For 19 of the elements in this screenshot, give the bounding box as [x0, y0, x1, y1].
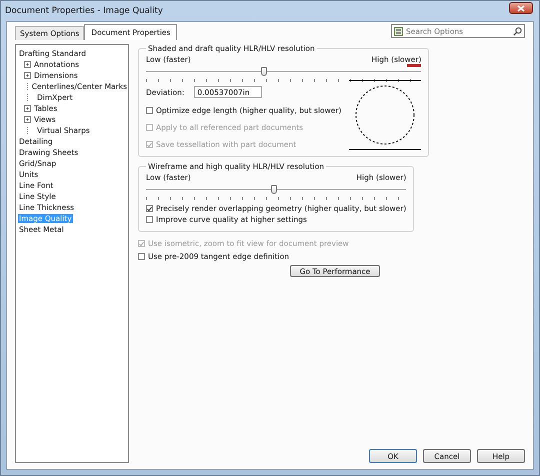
- limit-marker: [407, 64, 422, 67]
- tree-line: [27, 83, 29, 90]
- close-button[interactable]: [509, 2, 533, 14]
- window-title: Document Properties - Image Quality: [5, 6, 163, 16]
- checkbox[interactable]: [138, 253, 145, 260]
- search-icon[interactable]: [513, 26, 522, 36]
- expand-icon[interactable]: [24, 61, 31, 68]
- options-icon: [394, 26, 403, 36]
- checkbox[interactable]: [146, 216, 153, 223]
- expand-icon[interactable]: [24, 105, 31, 112]
- slider[interactable]: [146, 185, 406, 195]
- close-icon: [517, 4, 525, 12]
- checkbox[interactable]: [146, 107, 153, 114]
- expand-icon[interactable]: [24, 116, 31, 123]
- slider-thumb[interactable]: [270, 185, 277, 194]
- slider[interactable]: [146, 67, 422, 77]
- slider-thumb[interactable]: [261, 67, 268, 76]
- checkbox[interactable]: [146, 205, 153, 212]
- expand-icon[interactable]: [24, 72, 31, 79]
